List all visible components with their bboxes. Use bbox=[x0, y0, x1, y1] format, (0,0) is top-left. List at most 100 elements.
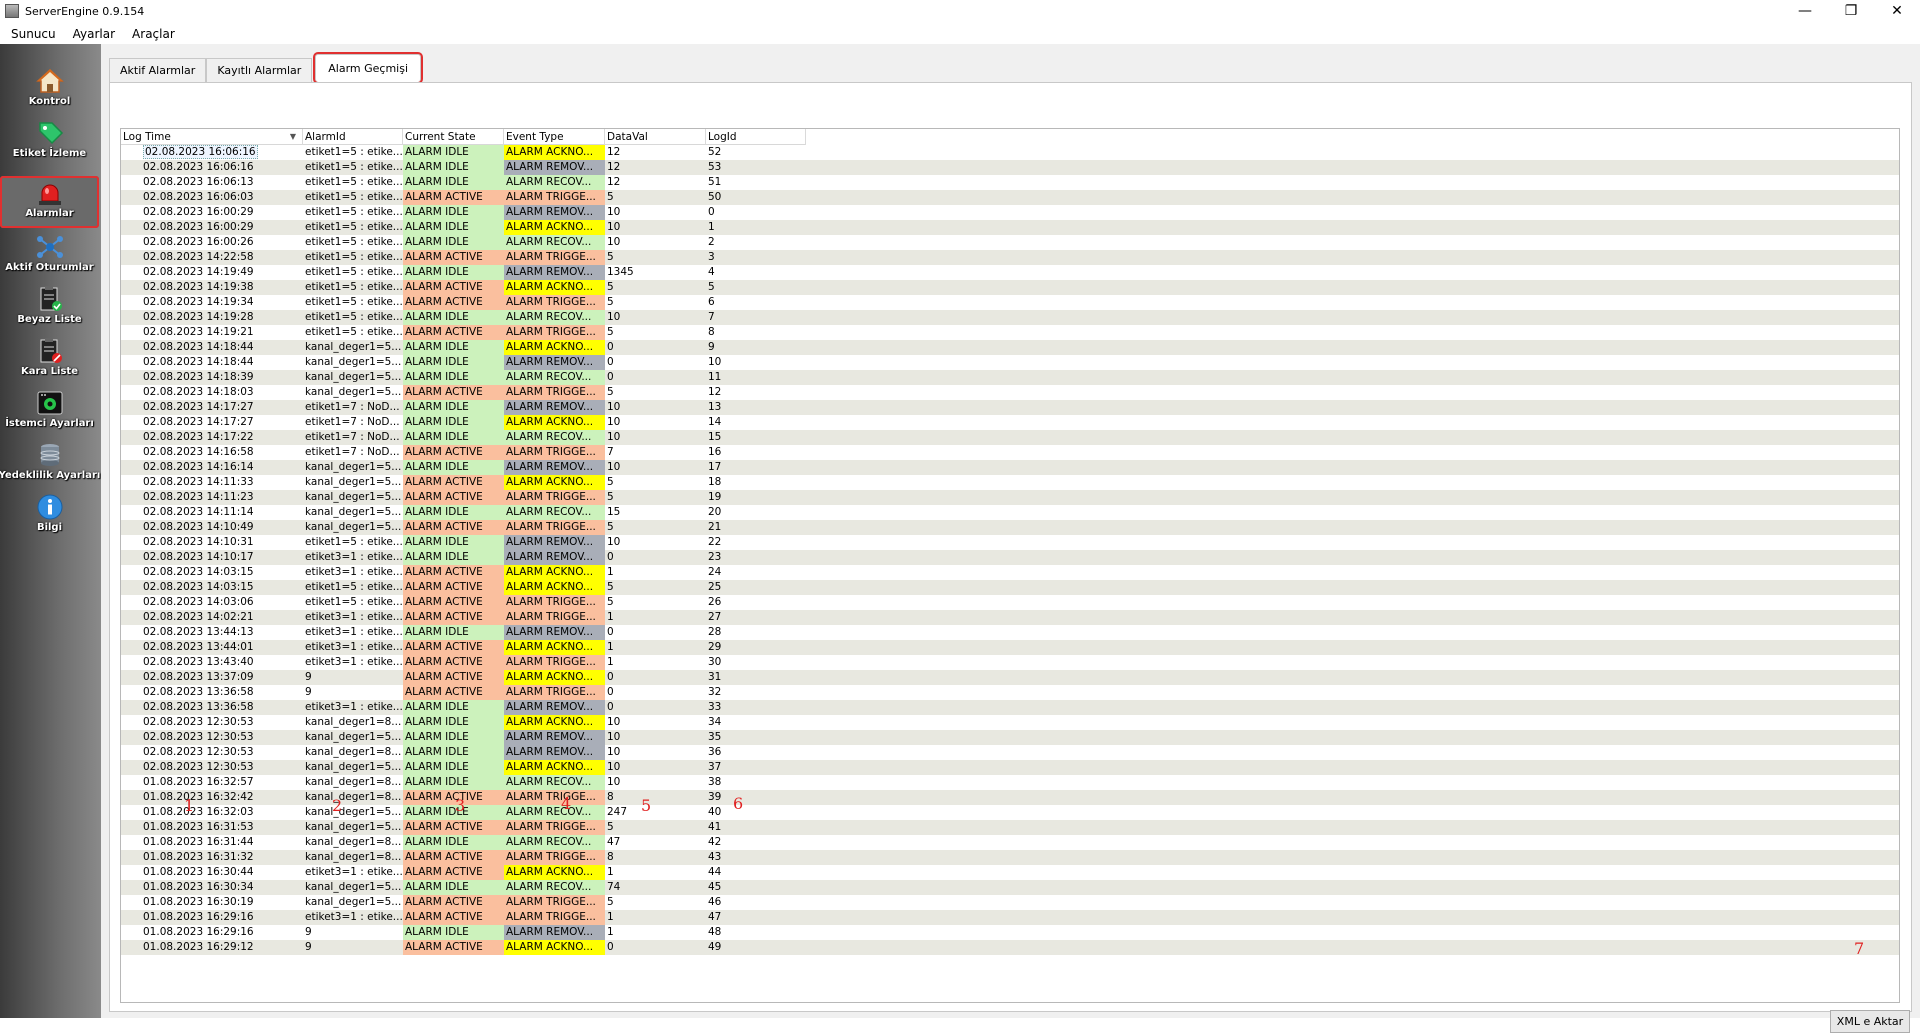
cell-current-state: ALARM ACTIVE bbox=[403, 640, 504, 655]
table-row[interactable]: 01.08.2023 16:29:16 9 ALARM IDLE ALARM REMO… bbox=[121, 925, 1899, 940]
cell-current-state: ALARM ACTIVE bbox=[403, 565, 504, 580]
table-row[interactable]: 02.08.2023 14:19:38 etiket1=5 : etike... A… bbox=[121, 280, 1899, 295]
table-row[interactable]: 02.08.2023 12:30:53 kanal_deger1=5... ALAR… bbox=[121, 760, 1899, 775]
sidebar-item-yedeklilik-ayarlari[interactable]: Yedeklilik Ayarları bbox=[0, 438, 100, 490]
table-row[interactable]: 02.08.2023 14:17:22 etiket1=7 : NoD... ALA… bbox=[121, 430, 1899, 445]
table-row[interactable]: 01.08.2023 16:30:19 kanal_deger1=5... ALAR… bbox=[121, 895, 1899, 910]
table-row[interactable]: 02.08.2023 13:44:13 etiket3=1 : etike... A… bbox=[121, 625, 1899, 640]
table-row[interactable]: 02.08.2023 13:43:40 etiket3=1 : etike... A… bbox=[121, 655, 1899, 670]
table-row[interactable]: 01.08.2023 16:29:16 etiket3=1 : etike... A… bbox=[121, 910, 1899, 925]
table-row[interactable]: 02.08.2023 14:19:34 etiket1=5 : etike... A… bbox=[121, 295, 1899, 310]
table-row[interactable]: 02.08.2023 14:11:23 kanal_deger1=5... ALAR… bbox=[121, 490, 1899, 505]
cell-alarm-id: etiket1=5 : etike... bbox=[305, 236, 403, 248]
table-row[interactable]: 01.08.2023 16:29:12 9 ALARM ACTIVE ALARM AC… bbox=[121, 940, 1899, 955]
cell-event-type: ALARM REMOV... bbox=[504, 535, 605, 550]
table-row[interactable]: 02.08.2023 14:10:31 etiket1=5 : etike... A… bbox=[121, 535, 1899, 550]
table-row[interactable]: 02.08.2023 14:11:33 kanal_deger1=5... ALAR… bbox=[121, 475, 1899, 490]
table-row[interactable]: 02.08.2023 14:18:44 kanal_deger1=5... ALAR… bbox=[121, 340, 1899, 355]
sidebar-item-kontrol[interactable]: Kontrol bbox=[0, 64, 99, 116]
table-row[interactable]: 02.08.2023 16:06:13 etiket1=5 : etike... A… bbox=[121, 175, 1899, 190]
table-row[interactable]: 02.08.2023 14:18:44 kanal_deger1=5... ALAR… bbox=[121, 355, 1899, 370]
sidebar-item-alarmlar[interactable]: Alarmlar bbox=[0, 176, 99, 228]
table-row[interactable]: 02.08.2023 16:06:03 etiket1=5 : etike... A… bbox=[121, 190, 1899, 205]
cell-event-type: ALARM RECOV... bbox=[504, 430, 605, 445]
table-row[interactable]: 02.08.2023 14:03:15 etiket1=5 : etike... A… bbox=[121, 580, 1899, 595]
cell-event-type: ALARM RECOV... bbox=[504, 370, 605, 385]
cell-text: 01.08.2023 16:31:53 bbox=[143, 821, 254, 833]
table-row[interactable]: 02.08.2023 14:02:21 etiket3=1 : etike... A… bbox=[121, 610, 1899, 625]
table-row[interactable]: 02.08.2023 14:17:27 etiket1=7 : NoD... ALA… bbox=[121, 400, 1899, 415]
table-row[interactable]: 02.08.2023 16:00:29 etiket1=5 : etike... A… bbox=[121, 220, 1899, 235]
table-row[interactable]: 02.08.2023 16:00:26 etiket1=5 : etike... A… bbox=[121, 235, 1899, 250]
cell-alarm-id: etiket3=1 : etike... bbox=[305, 866, 403, 878]
sidebar-item-bilgi[interactable]: Bilgi bbox=[0, 490, 99, 542]
table-row[interactable]: 01.08.2023 16:30:34 kanal_deger1=5... ALAR… bbox=[121, 880, 1899, 895]
table-row[interactable]: 02.08.2023 14:03:15 etiket3=1 : etike... A… bbox=[121, 565, 1899, 580]
tab-kayitli-alarmlar[interactable]: Kayıtlı Alarmlar bbox=[206, 58, 313, 82]
table-row[interactable]: 02.08.2023 14:16:14 kanal_deger1=5... ALAR… bbox=[121, 460, 1899, 475]
xml-export-button[interactable]: XML e Aktar bbox=[1830, 1010, 1910, 1033]
table-row[interactable]: 02.08.2023 16:06:16 etiket1=5 : etike... A… bbox=[121, 145, 1899, 160]
cell-data-val: 0 bbox=[607, 356, 614, 368]
table-row[interactable]: 01.08.2023 16:30:44 etiket3=1 : etike... A… bbox=[121, 865, 1899, 880]
table-row[interactable]: 02.08.2023 13:36:58 etiket3=1 : etike... A… bbox=[121, 700, 1899, 715]
table-row[interactable]: 02.08.2023 12:30:53 kanal_deger1=8... ALAR… bbox=[121, 715, 1899, 730]
alarm-history-table[interactable]: Log Time ▼ AlarmId Current State Event T… bbox=[120, 128, 1900, 1003]
table-row[interactable]: 02.08.2023 14:16:58 etiket1=7 : NoD... ALA… bbox=[121, 445, 1899, 460]
table-row[interactable]: 02.08.2023 14:10:17 etiket3=1 : etike... A… bbox=[121, 550, 1899, 565]
cell-log-id: 36 bbox=[708, 746, 722, 758]
table-row[interactable]: 02.08.2023 12:30:53 kanal_deger1=8... ALAR… bbox=[121, 745, 1899, 760]
menu-ayarlar[interactable]: Ayarlar bbox=[62, 27, 121, 41]
table-row[interactable]: 01.08.2023 16:32:03 kanal_deger1=5... ALAR… bbox=[121, 805, 1899, 820]
maximize-button[interactable]: ❐ bbox=[1828, 0, 1874, 22]
column-header-data-val[interactable]: DataVal bbox=[605, 129, 706, 145]
minimize-button[interactable]: — bbox=[1782, 0, 1828, 22]
column-header-alarm-id[interactable]: AlarmId bbox=[303, 129, 403, 145]
cell-log-time: 02.08.2023 13:44:01 bbox=[121, 640, 303, 655]
table-row[interactable]: 02.08.2023 16:00:29 etiket1=5 : etike... A… bbox=[121, 205, 1899, 220]
cell-log-id: 10 bbox=[708, 356, 722, 368]
sidebar-item-aktif-oturumlar[interactable]: Aktif Oturumlar bbox=[0, 230, 99, 282]
table-row[interactable]: 02.08.2023 14:03:06 etiket1=5 : etike... A… bbox=[121, 595, 1899, 610]
table-row[interactable]: 02.08.2023 14:19:49 etiket1=5 : etike... A… bbox=[121, 265, 1899, 280]
cell-current-state: ALARM IDLE bbox=[403, 370, 504, 385]
table-row[interactable]: 02.08.2023 14:18:03 kanal_deger1=5... ALAR… bbox=[121, 385, 1899, 400]
cell-current-state: ALARM IDLE bbox=[403, 550, 504, 565]
table-row[interactable]: 02.08.2023 13:37:09 9 ALARM ACTIVE ALARM AC… bbox=[121, 670, 1899, 685]
cell-data-val: 10 bbox=[607, 536, 621, 548]
table-row[interactable]: 02.08.2023 14:11:14 kanal_deger1=5... ALAR… bbox=[121, 505, 1899, 520]
table-row[interactable]: 02.08.2023 14:19:21 etiket1=5 : etike... A… bbox=[121, 325, 1899, 340]
table-row[interactable]: 01.08.2023 16:31:53 kanal_deger1=5... ALAR… bbox=[121, 820, 1899, 835]
table-row[interactable]: 01.08.2023 16:32:57 kanal_deger1=8... ALAR… bbox=[121, 775, 1899, 790]
table-row[interactable]: 02.08.2023 14:17:27 etiket1=7 : NoD... ALA… bbox=[121, 415, 1899, 430]
table-row[interactable]: 01.08.2023 16:31:32 kanal_deger1=8... ALAR… bbox=[121, 850, 1899, 865]
table-row[interactable]: 02.08.2023 14:22:58 etiket1=5 : etike... A… bbox=[121, 250, 1899, 265]
tab-alarm-gecmisi[interactable]: Alarm Geçmişi bbox=[313, 52, 424, 84]
column-header-event-type[interactable]: Event Type bbox=[504, 129, 605, 145]
sidebar-item-istemci-ayarlari[interactable]: İstemci Ayarları bbox=[0, 386, 99, 438]
sidebar-item-etiket-izleme[interactable]: Etiket İzleme bbox=[0, 116, 99, 168]
menu-sunucu[interactable]: Sunucu bbox=[0, 27, 62, 41]
table-row[interactable]: 01.08.2023 16:32:42 kanal_deger1=8... ALAR… bbox=[121, 790, 1899, 805]
table-row[interactable]: 02.08.2023 14:18:39 kanal_deger1=5... ALAR… bbox=[121, 370, 1899, 385]
info-icon bbox=[35, 492, 65, 522]
cell-alarm-id: etiket1=5 : etike... bbox=[305, 281, 403, 293]
column-header-log-time[interactable]: Log Time ▼ bbox=[121, 129, 303, 145]
menu-araclar[interactable]: Araçlar bbox=[121, 27, 181, 41]
table-row[interactable]: 02.08.2023 14:19:28 etiket1=5 : etike... A… bbox=[121, 310, 1899, 325]
column-header-log-id[interactable]: LogId bbox=[706, 129, 806, 145]
close-button[interactable]: ✕ bbox=[1874, 0, 1920, 22]
table-row[interactable]: 02.08.2023 13:36:58 9 ALARM ACTIVE ALARM TR… bbox=[121, 685, 1899, 700]
table-row[interactable]: 01.08.2023 16:31:44 kanal_deger1=8... ALAR… bbox=[121, 835, 1899, 850]
table-row[interactable]: 02.08.2023 14:10:49 kanal_deger1=5... ALAR… bbox=[121, 520, 1899, 535]
column-header-current-state[interactable]: Current State bbox=[403, 129, 504, 145]
sidebar-item-kara-liste[interactable]: Kara Liste bbox=[0, 334, 99, 386]
sidebar-item-beyaz-liste[interactable]: Beyaz Liste bbox=[0, 282, 99, 334]
cell-event-type: ALARM ACKNO... bbox=[504, 475, 605, 490]
cell-text: 02.08.2023 14:19:34 bbox=[143, 296, 254, 308]
table-row[interactable]: 02.08.2023 12:30:53 kanal_deger1=5... ALAR… bbox=[121, 730, 1899, 745]
table-row[interactable]: 02.08.2023 13:44:01 etiket3=1 : etike... A… bbox=[121, 640, 1899, 655]
annotation-number: 4 bbox=[561, 794, 572, 813]
table-row[interactable]: 02.08.2023 16:06:16 etiket1=5 : etike... A… bbox=[121, 160, 1899, 175]
tab-aktif-alarmlar[interactable]: Aktif Alarmlar bbox=[109, 58, 207, 82]
